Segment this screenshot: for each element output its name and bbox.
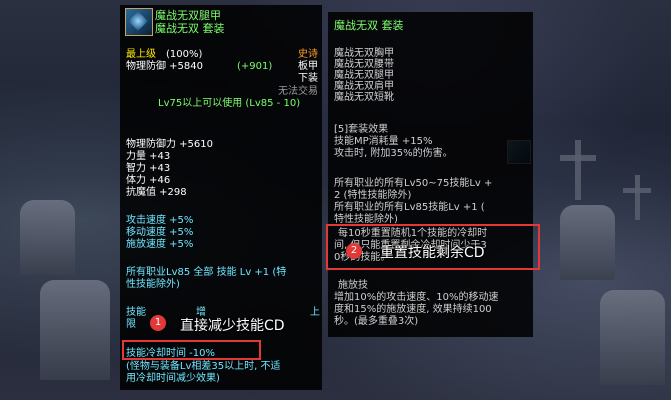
partial-text: 施放技 [338,280,368,291]
set-item: 魔战无双腿甲 [334,70,394,81]
set-tooltip-panel: 魔战无双 套装 魔战无双胸甲 魔战无双腰带 魔战无双腿甲 魔战无双肩甲 魔战无双… [328,12,533,337]
stat-line: 力量 +43 [126,151,171,162]
cross-bar [560,155,596,161]
all-job-line: 所有职业的所有Lv85技能Lv +1 ( [334,202,485,213]
annotation-badge-2: 2 [346,243,362,259]
cooldown-note: (怪物与装备Lv相差35以上时, 不适 [126,361,281,372]
skill-bonus-line: 性技能除外) [126,279,180,290]
set-effect-line: 技能MP消耗量 +15% [334,136,433,147]
tombstone [600,290,665,385]
set-effect-line: 攻击时, 附加35%的伤害。 [334,148,453,159]
cooldown-note: 用冷却时间减少效果) [126,373,220,384]
cooldown-highlight-box [122,340,261,360]
partial-text: 限 [126,319,136,330]
set-item: 魔战无双肩甲 [334,81,394,92]
stat-line: 物理防御力 +5610 [126,139,214,150]
buff-line: 度和15%的施放速度, 效果持续100 [334,304,492,315]
buff-line: 秒。(最多重叠3次) [334,316,419,327]
partial-text: 上 [310,307,320,318]
stat-line: 智力 +43 [126,163,171,174]
annotation-badge-1: 1 [150,315,166,331]
tombstone [40,280,110,380]
armor-type: 板甲 [298,61,318,72]
cross-post [575,140,581,200]
annotation-label-1: 直接减少技能CD [180,318,285,334]
item-grade: 最上级 [126,49,156,60]
all-job-line: 所有职业的所有Lv50~75技能Lv + [334,178,493,189]
set-effect-header: [5]套装效果 [334,124,389,135]
set-name: 魔战无双 套装 [155,22,225,35]
set-item: 魔战无双胸甲 [334,48,394,59]
stat-line: 抗魔值 +298 [126,187,187,198]
level-requirement: Lv75以上可以使用 (Lv85 - 10) [158,98,301,109]
set-title: 魔战无双 套装 [334,19,404,32]
physical-defense: 物理防御 +5840 [126,61,204,72]
set-item: 魔战无双腰带 [334,59,394,70]
speed-line: 施放速度 +5% [126,239,194,250]
equip-slot: 下装 [298,73,318,84]
tombstone [560,205,615,280]
stat-line: 体力 +46 [126,175,171,186]
grade-percent: (100%) [166,49,203,60]
speed-line: 移动速度 +5% [126,227,194,238]
annotation-label-2: 重置技能剩余CD [380,245,485,261]
partial-text: 技能 [126,307,146,318]
speed-line: 攻击速度 +5% [126,215,194,226]
rarity-label: 史诗 [298,49,318,60]
skill-bonus-line: 所有职业Lv85 全部 技能 Lv +1 (特 [126,267,287,278]
item-icon [125,8,153,36]
physical-defense-bonus: (+901) [237,61,273,72]
buff-line: 增加10%的攻击速度、10%的移动速 [334,292,499,303]
cross-bar [623,188,651,193]
all-job-line: 2 (特性技能除外) [334,190,412,201]
trade-status: 无法交易 [278,86,318,97]
item-name: 魔战无双腿甲 [155,9,221,22]
set-item: 魔战无双短靴 [334,92,394,103]
tombstone [20,200,75,275]
cross-post [635,175,640,220]
